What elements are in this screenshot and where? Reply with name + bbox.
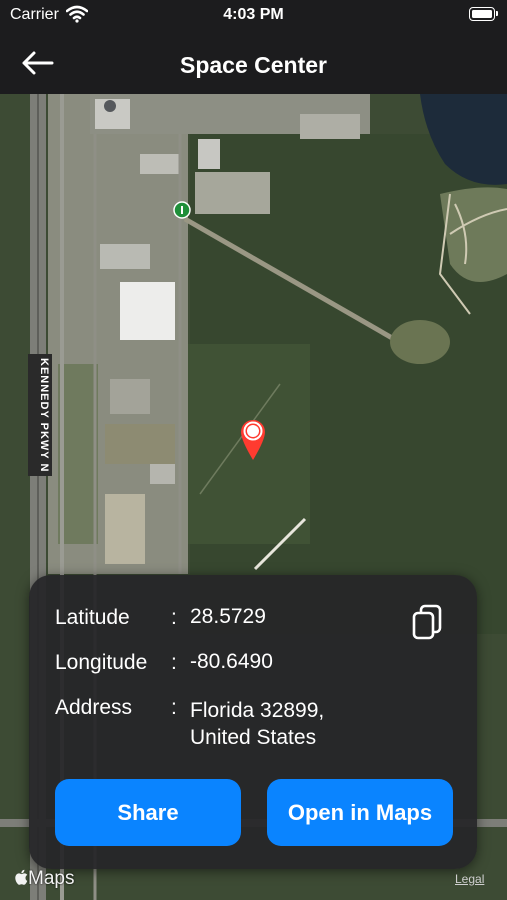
location-marker-icon[interactable] [173, 201, 191, 219]
longitude-value: -80.6490 [190, 650, 273, 673]
share-button[interactable]: Share [55, 779, 241, 846]
page-title: Space Center [179, 52, 327, 78]
latitude-label: Latitude [55, 606, 130, 629]
location-info-card: Latitude : 28.5729 Longitude : -80.6490 … [29, 575, 477, 869]
legal-link[interactable]: Legal [455, 872, 484, 886]
navigation-bar: Space Center [0, 32, 507, 94]
warehouse-roof [120, 282, 175, 340]
apple-maps-logo: Maps [14, 868, 74, 890]
battery-icon [469, 7, 498, 21]
longitude-label: Longitude [55, 651, 148, 674]
latitude-value: 28.5729 [190, 605, 266, 628]
maps-label: Maps [28, 868, 75, 889]
apple-logo-icon [15, 869, 28, 885]
open-in-maps-button[interactable]: Open in Maps [267, 779, 453, 846]
status-bar: Carrier 4:03 PM [0, 0, 507, 32]
road-label: KENNEDY PKWY N [28, 354, 52, 477]
address-colon: : [171, 696, 177, 719]
copy-icon[interactable] [411, 604, 443, 640]
latitude-colon: : [171, 606, 177, 629]
longitude-colon: : [171, 651, 177, 674]
address-label: Address [55, 696, 133, 719]
clock: 4:03 PM [223, 6, 284, 23]
address-line-2: United States [190, 726, 317, 749]
address-line-1: Florida 32899, [190, 699, 325, 722]
